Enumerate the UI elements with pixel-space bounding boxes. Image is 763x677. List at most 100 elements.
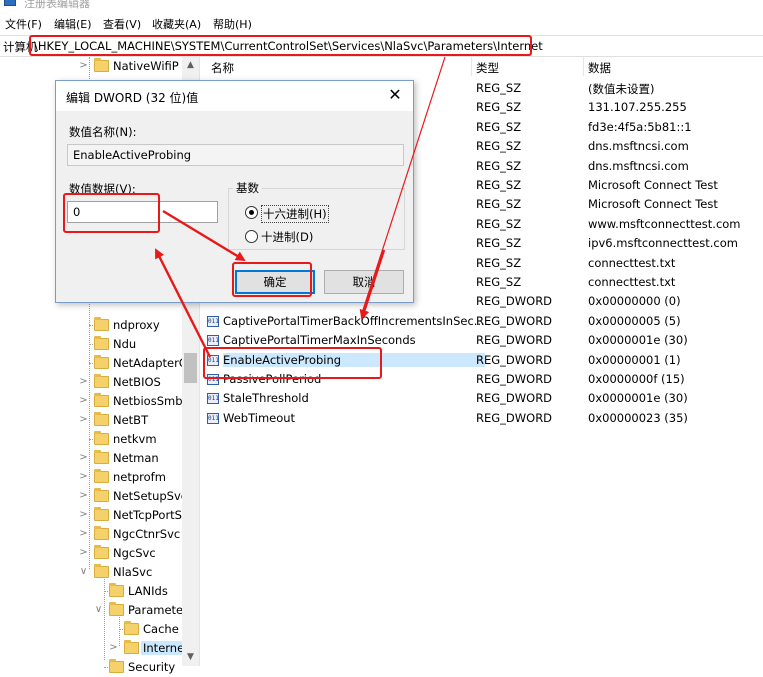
- value-data: 0x0000001e (30): [588, 333, 688, 348]
- ok-button-highlight-box: [232, 262, 312, 297]
- menu-favorites[interactable]: 收藏夹(A): [152, 16, 201, 32]
- value-data: connecttest.txt: [588, 255, 676, 270]
- folder-icon: [94, 431, 109, 445]
- value-row[interactable]: 011 WebTimeout REG_DWORD 0x00000023 (35): [203, 409, 763, 428]
- chevron-down-icon[interactable]: ∨: [94, 604, 103, 616]
- folder-icon: [94, 336, 109, 350]
- chevron-right-icon[interactable]: >: [109, 642, 118, 654]
- value-type: REG_SZ: [476, 216, 522, 231]
- value-data: 0x00000023 (35): [588, 410, 688, 425]
- column-header-name[interactable]: 名称: [211, 60, 234, 76]
- tree-item-label: NetSetupSvc: [113, 489, 188, 503]
- tree-item-label: NetBIOS: [113, 375, 161, 389]
- chevron-right-icon[interactable]: >: [79, 60, 88, 72]
- value-name: StaleThreshold: [223, 391, 309, 406]
- tree-item-label: LANIds: [128, 584, 168, 598]
- value-data: ipv6.msftconnecttest.com: [588, 236, 738, 251]
- folder-icon: [109, 583, 124, 597]
- folder-icon: [124, 621, 139, 635]
- value-type: REG_DWORD: [476, 333, 553, 348]
- radio-dec[interactable]: [245, 230, 258, 243]
- tree-item-label: NetbiosSmb: [113, 394, 183, 408]
- chevron-right-icon[interactable]: >: [79, 547, 88, 559]
- menu-help[interactable]: 帮助(H): [213, 16, 252, 32]
- tree-guide-line: [104, 576, 105, 660]
- radio-hex[interactable]: [245, 206, 258, 219]
- value-type: REG_SZ: [476, 255, 522, 270]
- value-name: CaptivePortalTimerMaxInSeconds: [223, 333, 416, 348]
- column-header-type[interactable]: 类型: [476, 60, 499, 76]
- tree-item-label: Parameter: [128, 603, 188, 617]
- folder-icon: [94, 393, 109, 407]
- folder-icon: [94, 526, 109, 540]
- tree-item-label: ndproxy: [113, 318, 160, 332]
- close-icon[interactable]: ✕: [385, 85, 405, 105]
- cancel-button[interactable]: 取消: [324, 270, 404, 294]
- folder-icon: [94, 488, 109, 502]
- chevron-right-icon[interactable]: >: [79, 395, 88, 407]
- folder-icon: [94, 469, 109, 483]
- scroll-up-arrow-icon[interactable]: ▲: [182, 57, 199, 74]
- chevron-right-icon[interactable]: >: [79, 452, 88, 464]
- value-data: connecttest.txt: [588, 275, 676, 289]
- menu-edit[interactable]: 编辑(E): [54, 16, 92, 32]
- radio-hex-label[interactable]: 十六进制(H): [261, 205, 329, 223]
- value-data: 0x00000005 (5): [588, 313, 681, 328]
- value-type: REG_DWORD: [476, 352, 553, 367]
- tree-item-label: NetBT: [113, 413, 149, 427]
- menu-view[interactable]: 查看(V): [103, 16, 141, 32]
- base-group-label: 基数: [233, 180, 262, 196]
- menu-file[interactable]: 文件(F): [5, 16, 42, 32]
- chevron-down-icon[interactable]: ∨: [79, 566, 88, 578]
- value-type: REG_DWORD: [476, 372, 553, 386]
- folder-icon: [94, 58, 109, 72]
- chevron-right-icon[interactable]: >: [79, 528, 88, 540]
- folder-icon: [94, 564, 109, 578]
- folder-icon: [94, 412, 109, 426]
- value-type: REG_DWORD: [476, 294, 553, 309]
- tree-item-label: Cache: [143, 622, 179, 636]
- tree-item-label: netkvm: [113, 432, 157, 446]
- tree-item-label: NlaSvc: [113, 565, 153, 579]
- chevron-right-icon[interactable]: >: [79, 509, 88, 521]
- column-divider[interactable]: [471, 57, 472, 76]
- value-data: www.msftconnecttest.com: [588, 216, 741, 231]
- folder-icon: [109, 659, 124, 673]
- window-titlebar: 注册表编辑器: [0, 0, 763, 14]
- reg-binary-icon: 011: [207, 393, 219, 405]
- value-type: REG_DWORD: [476, 410, 553, 425]
- folder-icon: [94, 507, 109, 521]
- folder-icon: [94, 545, 109, 559]
- value-type: REG_DWORD: [476, 313, 553, 328]
- chevron-right-icon[interactable]: >: [79, 376, 88, 388]
- dialog-titlebar[interactable]: 编辑 DWORD (32 位)值 ✕: [56, 81, 413, 111]
- window-title: 注册表编辑器: [24, 0, 90, 10]
- value-type: REG_SZ: [476, 236, 522, 251]
- value-data: Microsoft Connect Test: [588, 197, 718, 212]
- column-divider[interactable]: [583, 57, 584, 76]
- tree-guide-line: [119, 614, 120, 646]
- chevron-right-icon[interactable]: >: [79, 414, 88, 426]
- tree-item-label: netprofm: [113, 470, 166, 484]
- address-highlight-box: [29, 35, 532, 56]
- dialog-title: 编辑 DWORD (32 位)值: [66, 91, 199, 105]
- value-row[interactable]: 011 CaptivePortalTimerBackOffIncrementsIn…: [203, 312, 763, 331]
- scroll-down-arrow-icon[interactable]: ▼: [182, 649, 199, 666]
- enable-active-probing-highlight-box: [203, 347, 382, 379]
- chevron-right-icon[interactable]: >: [79, 490, 88, 502]
- value-row[interactable]: 011 StaleThreshold REG_DWORD 0x0000001e (30…: [203, 389, 763, 408]
- chevron-right-icon[interactable]: >: [79, 471, 88, 483]
- tree-item-label: Ndu: [113, 337, 137, 351]
- column-header-data[interactable]: 数据: [588, 60, 611, 76]
- tree-item-label: NativeWifiP: [113, 59, 179, 73]
- value-name-field: EnableActiveProbing: [67, 144, 404, 166]
- value-data: 0x0000000f (15): [588, 372, 685, 386]
- value-type: REG_SZ: [476, 197, 522, 212]
- tree-item-label: NgcCtnrSvc: [113, 527, 181, 541]
- value-data: fd3e:4f5a:5b81::1: [588, 119, 692, 134]
- value-data: dns.msftncsi.com: [588, 139, 689, 154]
- radio-dec-label[interactable]: 十进制(D): [261, 229, 313, 245]
- value-name: CaptivePortalTimerBackOffIncrementsInSec…: [223, 313, 485, 328]
- scrollbar-thumb[interactable]: [184, 353, 197, 383]
- folder-icon: [124, 640, 139, 654]
